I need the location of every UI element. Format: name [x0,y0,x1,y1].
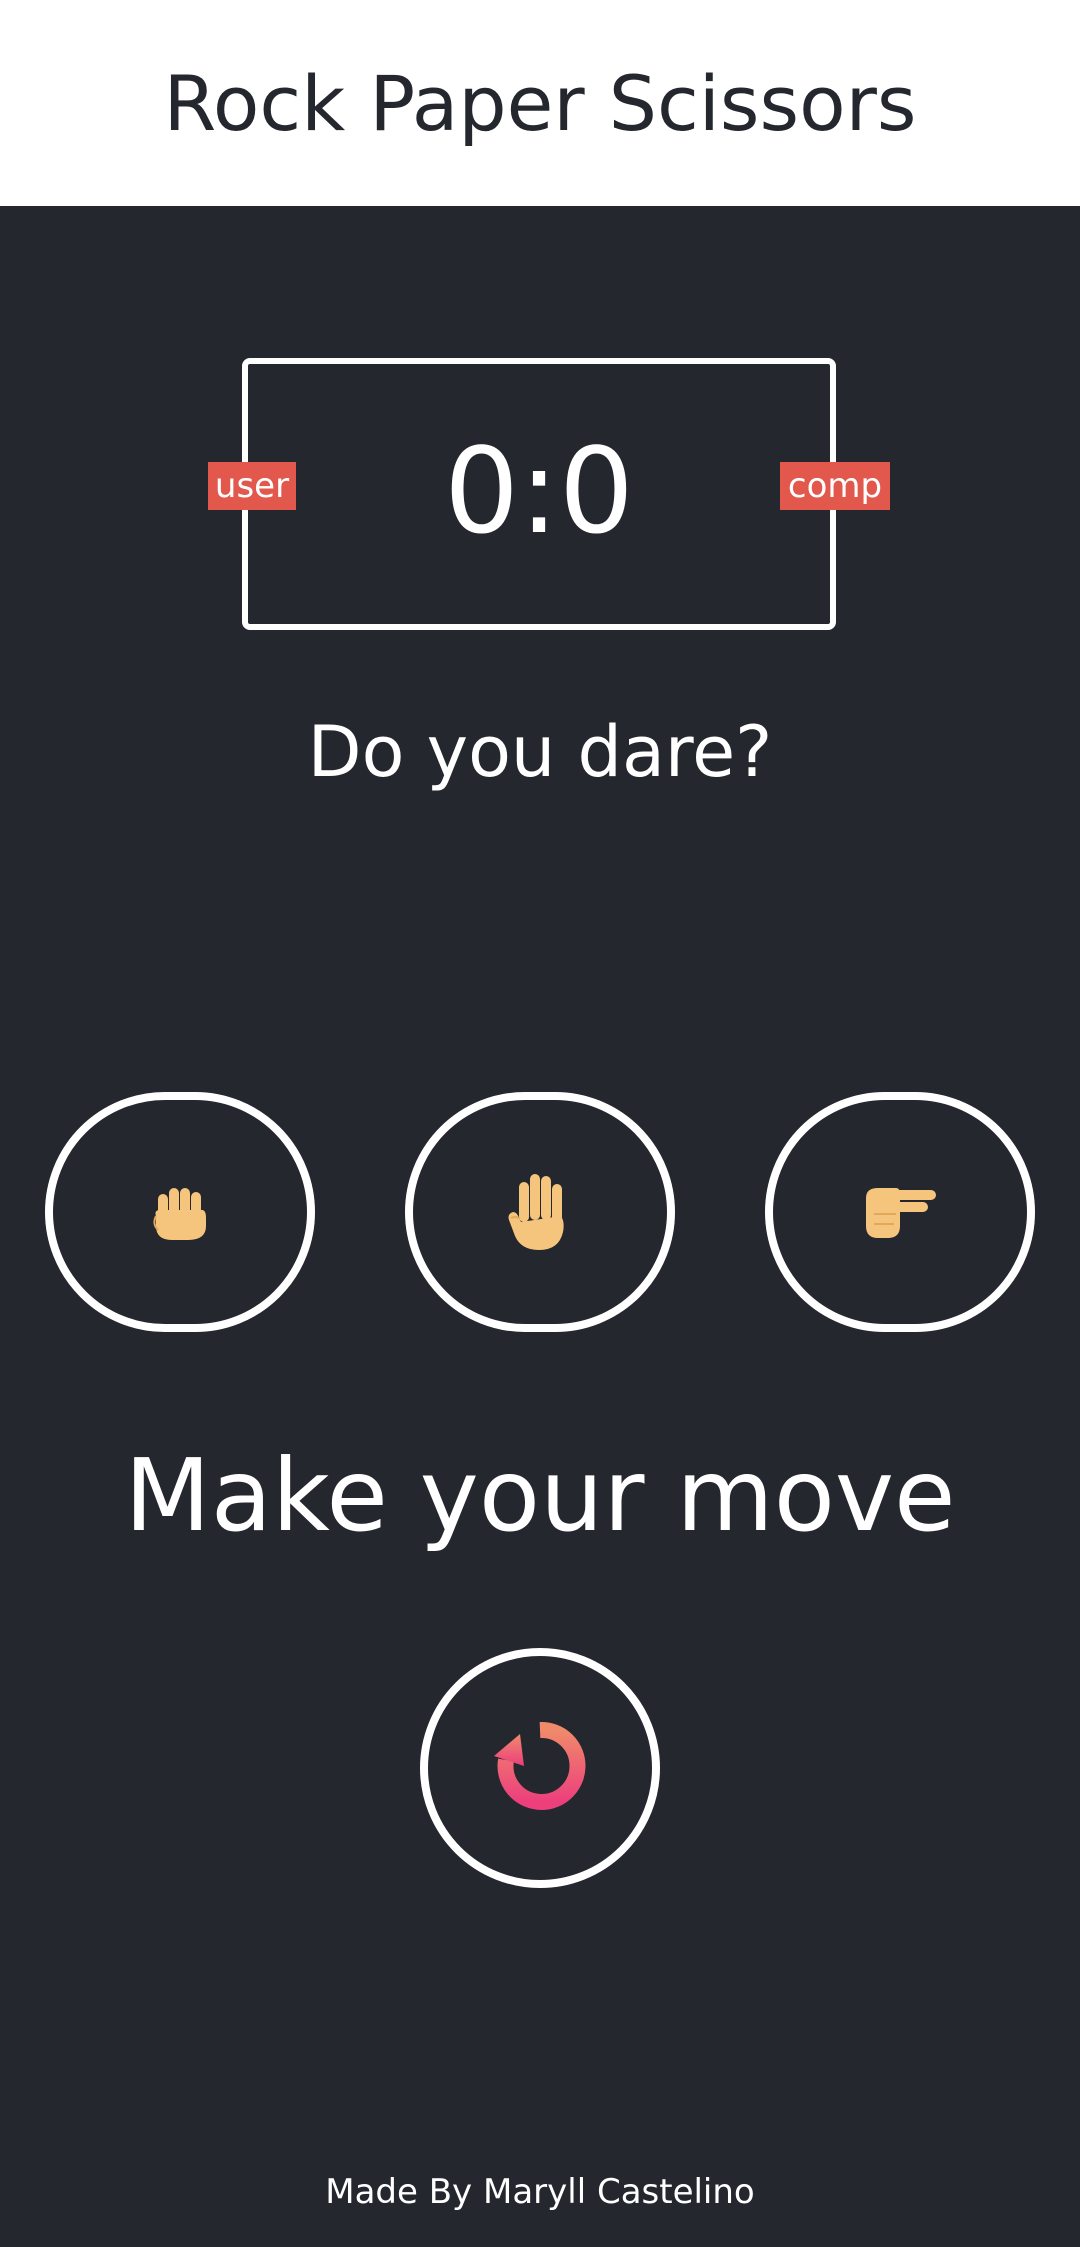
comp-badge: comp [780,462,890,510]
pointing-hand-icon [860,1180,940,1244]
refresh-icon [490,1716,590,1820]
footer-credit: Made By Maryll Castelino [325,2172,755,2212]
score-display: 0:0 [444,422,634,560]
reset-button[interactable] [420,1648,660,1888]
result-message: Do you dare? [307,711,773,793]
app-title: Rock Paper Scissors [163,58,917,148]
move-prompt: Make your move [124,1437,956,1554]
rock-button[interactable] [45,1092,315,1332]
paper-button[interactable] [405,1092,675,1332]
scoreboard: user 0:0 comp [208,358,890,630]
raised-back-of-hand-icon [148,1180,212,1244]
scissors-button[interactable] [765,1092,1035,1332]
raised-hand-icon [505,1172,575,1252]
app-header: Rock Paper Scissors [0,0,1080,206]
